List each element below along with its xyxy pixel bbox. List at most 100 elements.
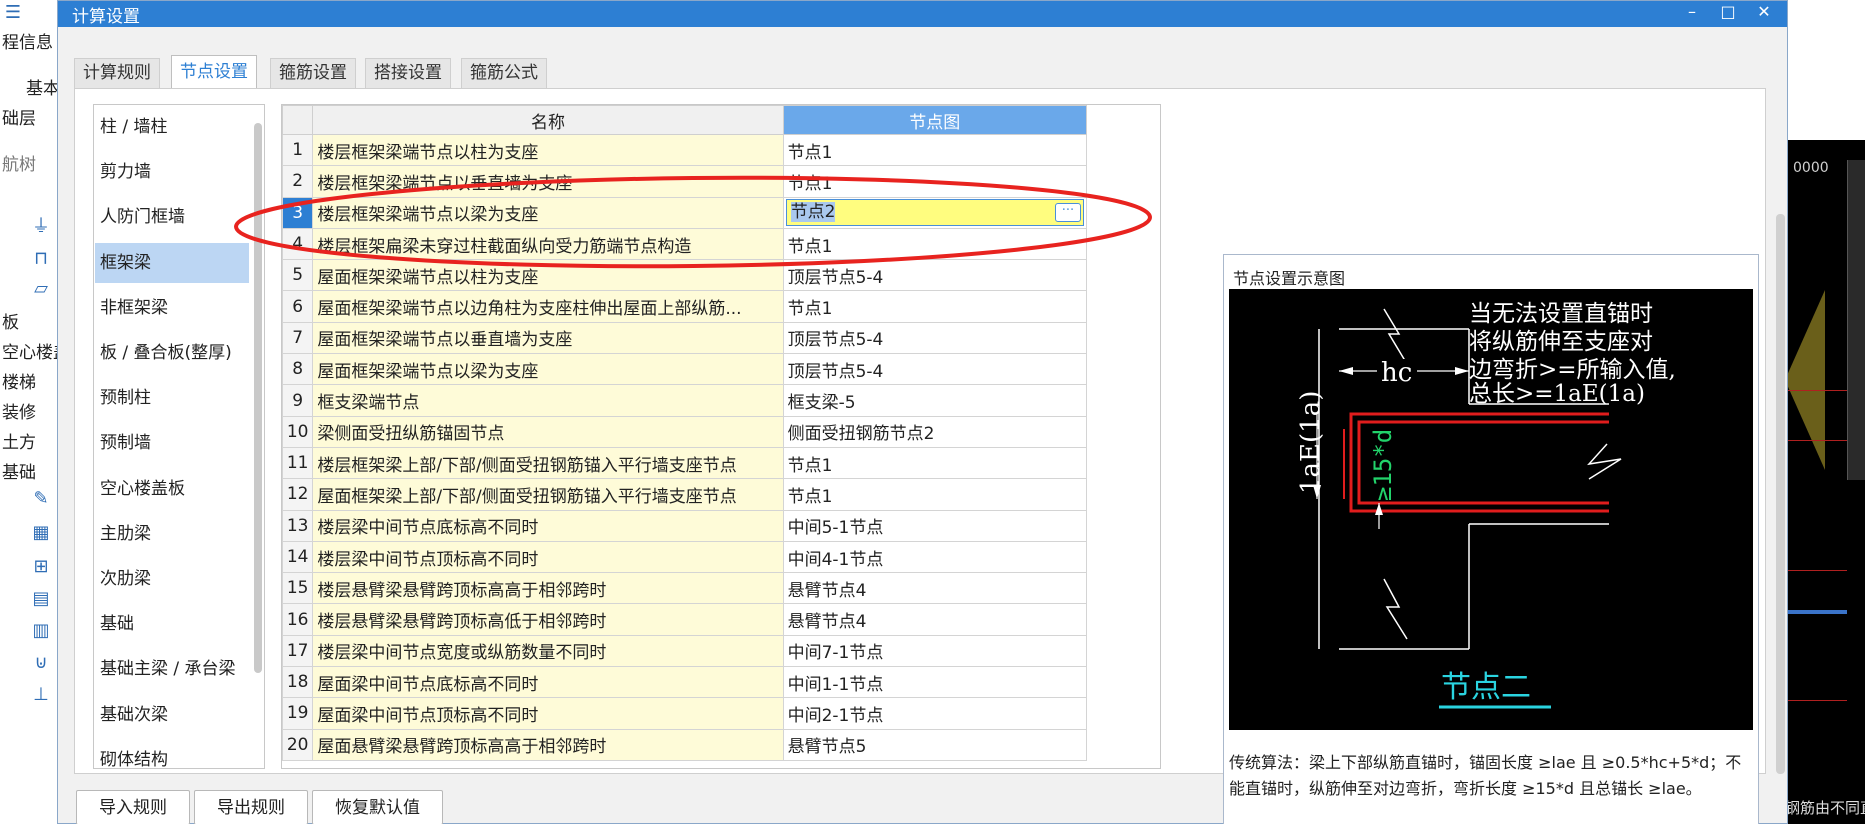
row-number[interactable]: 19 — [282, 697, 314, 730]
import-rules-button[interactable]: 导入规则 — [76, 790, 190, 824]
close-button[interactable]: ✕ — [1746, 1, 1782, 27]
row-number[interactable]: 1 — [282, 133, 314, 167]
row-name-cell[interactable]: 梁侧面受扭纵筋锚固节点 — [312, 415, 784, 448]
maximize-button[interactable]: □ — [1710, 1, 1746, 27]
minimize-button[interactable]: – — [1674, 1, 1710, 27]
table-row[interactable]: 17 楼层梁中间节点宽度或纵筋数量不同时 中间7-1节点 — [282, 634, 1088, 668]
table-row[interactable]: 19 屋面梁中间节点顶标高不同时 中间2-1节点 — [282, 697, 1088, 730]
tab-node-settings[interactable]: 节点设置 — [171, 55, 257, 89]
category-item[interactable]: 基础次梁 — [95, 695, 249, 735]
row-name-cell[interactable]: 屋面悬臂梁悬臂跨顶标高高于相邻跨时 — [312, 728, 784, 761]
row-node-cell[interactable]: 顶层节点5-4 — [782, 353, 1088, 386]
row-number[interactable]: 8 — [282, 353, 314, 386]
row-node-cell[interactable]: 节点1 — [782, 133, 1088, 167]
row-number[interactable]: 16 — [282, 603, 314, 636]
preview-scrollbar[interactable] — [1776, 214, 1785, 774]
tab-calc-rules[interactable]: 计算规则 — [74, 58, 160, 88]
row-name-cell[interactable]: 楼层梁中间节点宽度或纵筋数量不同时 — [312, 634, 784, 668]
row-number[interactable]: 10 — [282, 415, 314, 448]
category-item[interactable]: 主肋梁 — [95, 514, 249, 554]
row-number[interactable]: 2 — [282, 165, 314, 198]
table-row[interactable]: 20 屋面悬臂梁悬臂跨顶标高高于相邻跨时 悬臂节点5 — [282, 728, 1088, 761]
category-item[interactable]: 剪力墙 — [95, 152, 249, 192]
row-node-cell[interactable]: 中间2-1节点 — [782, 697, 1088, 730]
row-node-cell[interactable]: 侧面受扭钢筋节点2 — [782, 415, 1088, 448]
table-icon[interactable]: ▤ — [30, 588, 52, 610]
row-name-cell[interactable]: 屋面框架梁端节点以边角柱为支座柱伸出屋面上部纵筋... — [312, 290, 784, 323]
tab-stirrup-formula[interactable]: 箍筋公式 — [461, 58, 547, 88]
category-item[interactable]: 预制柱 — [95, 378, 249, 418]
category-scrollbar[interactable] — [254, 123, 262, 673]
category-item[interactable]: 基础主梁 / 承台梁 — [95, 649, 249, 689]
node-column-header[interactable]: 节点图 — [782, 105, 1088, 135]
row-name-cell[interactable]: 楼层框架梁端节点以柱为支座 — [312, 133, 784, 167]
node-select-input[interactable]: 节点2 ··· — [785, 199, 1084, 227]
table-row[interactable]: 6 屋面框架梁端节点以边角柱为支座柱伸出屋面上部纵筋... 节点1 — [282, 290, 1088, 323]
cup-icon[interactable]: ⊍ — [30, 652, 52, 674]
table-row[interactable]: 16 楼层悬臂梁悬臂跨顶标高低于相邻跨时 悬臂节点4 — [282, 603, 1088, 636]
row-number[interactable]: 17 — [282, 634, 314, 668]
row-name-cell[interactable]: 框支梁端节点 — [312, 384, 784, 417]
table-row[interactable]: 1 楼层框架梁端节点以柱为支座 节点1 — [282, 133, 1088, 167]
tab-stirrup-settings[interactable]: 箍筋设置 — [270, 58, 356, 88]
row-node-cell[interactable]: 顶层节点5-4 — [782, 259, 1088, 292]
row-number[interactable]: 20 — [282, 728, 314, 761]
table-row[interactable]: 2 楼层框架梁端节点以垂直墙为支座 节点1 — [282, 165, 1088, 198]
table-row[interactable]: 18 屋面梁中间节点底标高不同时 中间1-1节点 — [282, 666, 1088, 699]
beam-tool-icon[interactable]: ⏚ — [30, 216, 52, 238]
row-number[interactable]: 5 — [282, 259, 314, 292]
column-grid-icon[interactable]: ▥ — [30, 620, 52, 642]
export-rules-button[interactable]: 导出规则 — [194, 790, 308, 824]
table-row[interactable]: 10 梁侧面受扭纵筋锚固节点 侧面受扭钢筋节点2 — [282, 415, 1088, 448]
table-row[interactable]: 3 楼层框架梁端节点以梁为支座 节点2 ··· — [282, 196, 1088, 229]
restore-defaults-button[interactable]: 恢复默认值 — [312, 790, 443, 824]
column-tool-icon[interactable]: ⊓ — [30, 248, 52, 270]
category-item[interactable]: 预制墙 — [95, 423, 249, 463]
row-number[interactable]: 11 — [282, 446, 314, 480]
table-row[interactable]: 12 屋面框架梁上部/下部/侧面受扭钢筋锚入平行墙支座节点 节点1 — [282, 478, 1088, 511]
category-item[interactable]: 柱 / 墙柱 — [95, 107, 249, 147]
row-node-cell[interactable]: 中间4-1节点 — [782, 540, 1088, 574]
row-number[interactable]: 4 — [282, 227, 314, 261]
row-name-cell[interactable]: 楼层框架梁端节点以垂直墙为支座 — [312, 165, 784, 198]
row-number[interactable]: 6 — [282, 290, 314, 323]
row-node-cell[interactable]: 中间7-1节点 — [782, 634, 1088, 668]
row-name-cell[interactable]: 屋面框架梁端节点以柱为支座 — [312, 259, 784, 292]
row-name-cell[interactable]: 屋面框架梁端节点以梁为支座 — [312, 353, 784, 386]
category-item[interactable]: 板 / 叠合板(整厚) — [95, 333, 249, 373]
category-item[interactable]: 空心楼盖板 — [95, 469, 249, 509]
row-node-cell[interactable]: 顶层节点5-4 — [782, 321, 1088, 355]
row-number[interactable]: 15 — [282, 572, 314, 605]
category-item[interactable]: 次肋梁 — [95, 559, 249, 599]
row-node-cell[interactable]: 中间5-1节点 — [782, 509, 1088, 542]
row-name-cell[interactable]: 屋面梁中间节点底标高不同时 — [312, 666, 784, 699]
row-name-cell[interactable]: 屋面梁中间节点顶标高不同时 — [312, 697, 784, 730]
row-node-cell[interactable]: 节点1 — [782, 290, 1088, 323]
category-item[interactable]: 非框架梁 — [95, 288, 249, 328]
row-number[interactable]: 13 — [282, 509, 314, 542]
row-number[interactable]: 18 — [282, 666, 314, 699]
row-number[interactable]: 12 — [282, 478, 314, 511]
cad-viewport[interactable]: 0000 钢筋由不同直径 — [1785, 140, 1865, 824]
row-name-cell[interactable]: 楼层梁中间节点底标高不同时 — [312, 509, 784, 542]
row-name-cell[interactable]: 屋面框架梁上部/下部/侧面受扭钢筋锚入平行墙支座节点 — [312, 478, 784, 511]
row-number[interactable]: 7 — [282, 321, 314, 355]
title-bar[interactable]: 计算设置 – □ ✕ — [58, 1, 1787, 27]
row-node-cell[interactable]: 悬臂节点5 — [782, 728, 1088, 761]
row-node-cell[interactable]: 节点1 — [782, 165, 1088, 198]
category-item[interactable]: 框架梁 — [95, 242, 249, 283]
row-number[interactable]: 9 — [282, 384, 314, 417]
add-grid-icon[interactable]: ⊞ — [30, 556, 52, 578]
row-name-cell[interactable]: 楼层框架扁梁未穿过柱截面纵向受力筋端节点构造 — [312, 227, 784, 261]
row-name-cell[interactable]: 楼层框架梁上部/下部/侧面受扭钢筋锚入平行墙支座节点 — [312, 446, 784, 480]
category-item[interactable]: 基础 — [95, 604, 249, 644]
category-item[interactable]: 人防门框墙 — [95, 197, 249, 237]
table-row[interactable]: 13 楼层梁中间节点底标高不同时 中间5-1节点 — [282, 509, 1088, 542]
row-node-cell[interactable]: 节点1 — [782, 227, 1088, 261]
row-node-cell[interactable]: 节点1 — [782, 478, 1088, 511]
row-name-cell[interactable]: 屋面框架梁端节点以垂直墙为支座 — [312, 321, 784, 355]
view-toolbar[interactable] — [1847, 160, 1865, 480]
row-node-cell[interactable]: 悬臂节点4 — [782, 603, 1088, 636]
row-name-cell[interactable]: 楼层框架梁端节点以梁为支座 — [312, 196, 784, 229]
pencil-icon[interactable]: ✎ — [30, 488, 52, 510]
